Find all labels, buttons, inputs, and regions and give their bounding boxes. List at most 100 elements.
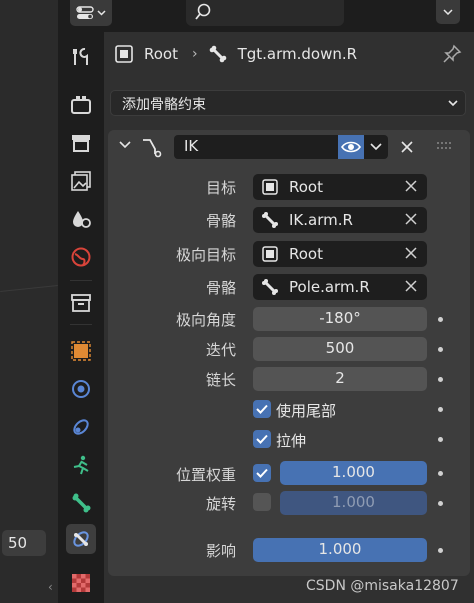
weight-position-label: 位置权重 [175, 466, 236, 484]
iterations-label: 迭代 [205, 341, 236, 359]
editor-toggle-icon [76, 6, 94, 19]
frame-number-field[interactable]: 50 [2, 530, 46, 556]
target-label: 目标 [205, 179, 236, 197]
world-globe-icon [71, 247, 91, 267]
output-printer-icon [72, 135, 90, 152]
use-tail-checkbox[interactable] [253, 400, 271, 418]
watermark: CSDN @misaka12807 [306, 578, 459, 594]
pole-target-field[interactable]: Root [253, 241, 427, 267]
constraint-delete-button[interactable] [396, 135, 418, 159]
tab-tool[interactable] [66, 42, 96, 72]
tab-render[interactable] [66, 90, 96, 120]
tab-scene[interactable] [66, 204, 96, 234]
constraint-visibility-toggle[interactable] [338, 135, 364, 159]
tool-wrench-icon [73, 47, 88, 65]
add-bone-constraint-dropdown[interactable]: 添加骨骼约束 [110, 90, 466, 116]
tab-object-constraints-dot[interactable] [66, 374, 96, 404]
breadcrumb-bone: Tgt.arm.down.R [237, 45, 358, 63]
iterations-field[interactable]: 500 [253, 337, 427, 361]
pole-bone-label: 骨骼 [205, 279, 236, 297]
stretch-checkbox[interactable] [253, 430, 271, 448]
chevron-down-icon [370, 143, 382, 151]
options-button[interactable] [436, 0, 460, 24]
keyframe-dot-icon[interactable] [438, 347, 443, 352]
pole-bone-value: Pole.arm.R [289, 278, 370, 296]
clear-bone-icon[interactable] [403, 211, 419, 227]
chain-length-field[interactable]: 2 [253, 367, 427, 391]
tab-object-constraints[interactable] [66, 412, 96, 442]
tab-armature[interactable] [66, 450, 96, 480]
texture-checker-icon [72, 574, 90, 592]
object-icon [115, 45, 133, 63]
keyframe-dot-icon[interactable] [438, 437, 443, 442]
properties-tab-column [58, 32, 104, 603]
constraint-link-icon [73, 419, 89, 435]
target-field[interactable]: Root [253, 174, 427, 200]
rotation-checkbox[interactable] [253, 493, 271, 511]
pole-angle-label: 极向角度 [175, 311, 236, 329]
search-input[interactable] [186, 0, 344, 26]
tab-collection[interactable] [66, 288, 96, 318]
object-icon [261, 245, 279, 263]
breadcrumb-chevron-icon: › [191, 46, 198, 62]
close-icon [401, 141, 413, 153]
clear-target-icon[interactable] [403, 178, 419, 194]
collection-box-icon [71, 294, 91, 312]
3d-viewport-edge: 50 ‹ [0, 0, 58, 603]
tab-bone[interactable] [66, 488, 96, 518]
stretch-label: 拉伸 [276, 432, 307, 450]
tab-object[interactable] [66, 336, 96, 366]
influence-field[interactable]: 1.000 [253, 538, 427, 562]
constraint-menu-button[interactable] [364, 135, 388, 159]
drag-handle-icon[interactable] [436, 140, 454, 152]
bone-icon [261, 211, 279, 229]
weight-position-checkbox[interactable] [253, 464, 271, 482]
tab-world[interactable] [66, 242, 96, 272]
pole-target-label: 极向目标 [175, 246, 236, 264]
chevron-down-icon [97, 10, 106, 16]
pole-bone-field[interactable]: Pole.arm.R [253, 274, 427, 300]
tab-separator [70, 280, 92, 281]
object-square-icon [71, 341, 91, 361]
checkmark-icon [256, 434, 268, 444]
armature-running-icon [73, 455, 89, 475]
tab-view-layer[interactable] [66, 166, 96, 196]
target-value: Root [289, 178, 323, 196]
editor-type-button[interactable] [70, 0, 112, 26]
keyframe-dot-icon[interactable] [438, 471, 443, 476]
checkmark-icon [256, 468, 268, 478]
bone-icon [209, 45, 226, 63]
keyframe-dot-icon[interactable] [438, 407, 443, 412]
rotation-field[interactable]: 1.000 [280, 491, 427, 515]
tab-separator [70, 324, 92, 325]
rotation-label: 旋转 [205, 495, 236, 513]
collapse-chevron-icon[interactable] [118, 138, 132, 152]
tab-bone-constraints[interactable] [66, 524, 96, 554]
chevron-down-icon [448, 100, 458, 107]
keyframe-dot-icon[interactable] [438, 501, 443, 506]
scroll-left-arrow-icon[interactable]: ‹ [48, 580, 53, 594]
pole-angle-field[interactable]: -180° [253, 307, 427, 331]
bone-icon [261, 278, 279, 296]
constraint-header: IK [108, 130, 470, 164]
chevron-down-icon [443, 9, 453, 15]
bone-value: IK.arm.R [289, 211, 353, 229]
bone-field[interactable]: IK.arm.R [253, 207, 427, 233]
clear-pole-target-icon[interactable] [403, 245, 419, 261]
constraint-name-field[interactable]: IK [174, 135, 338, 159]
keyframe-dot-icon[interactable] [438, 317, 443, 322]
keyframe-dot-icon[interactable] [438, 377, 443, 382]
weight-position-field[interactable]: 1.000 [280, 461, 427, 485]
tab-texture[interactable] [66, 568, 96, 598]
clear-pole-bone-icon[interactable] [403, 278, 419, 294]
bone-icon [72, 493, 91, 513]
tab-output[interactable] [66, 128, 96, 158]
pole-target-value: Root [289, 245, 323, 263]
keyframe-dot-icon[interactable] [438, 548, 443, 553]
search-icon [195, 3, 211, 20]
viewport-grid-line [0, 284, 58, 293]
bone-constraint-icon [73, 531, 89, 547]
pin-icon[interactable] [442, 44, 462, 64]
object-icon [261, 178, 279, 196]
breadcrumb: Root › Tgt.arm.down.R [104, 32, 474, 76]
